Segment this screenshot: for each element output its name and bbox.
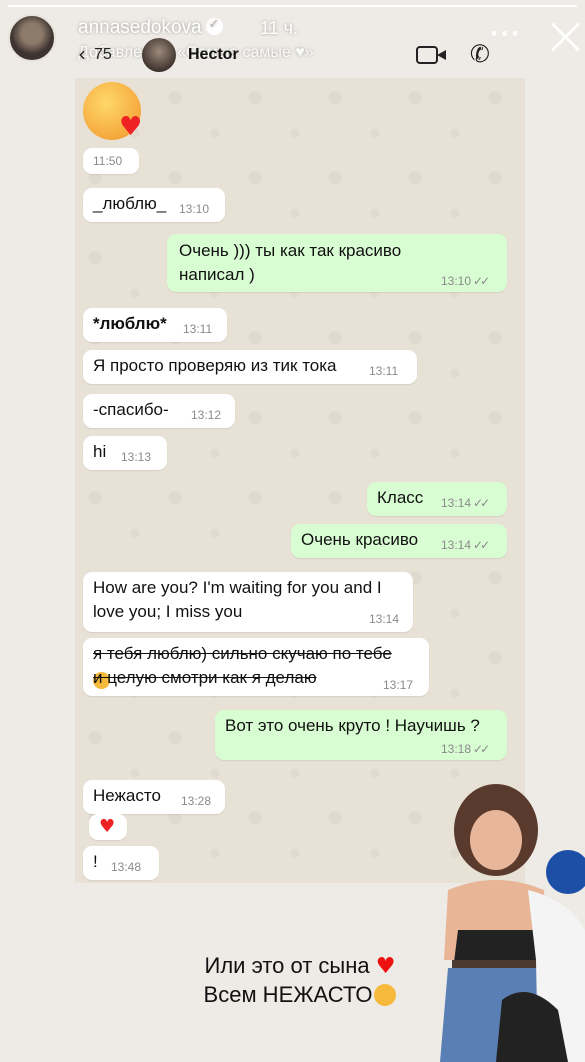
message-bubble: *люблю* 13:11	[83, 308, 227, 342]
unread-count: 75	[94, 46, 112, 63]
message-bubble: _люблю_ 13:10	[83, 188, 225, 222]
message-text: hi	[93, 442, 107, 461]
message-bubble: How are you? I'm waiting for you and I l…	[83, 572, 413, 632]
message-time: 13:10	[179, 202, 210, 216]
whatsapp-header: ‹ 75 Hector ✆	[70, 36, 530, 76]
message-time: 13:17	[383, 678, 414, 692]
message-time: 13:18 ✓✓	[441, 742, 490, 756]
message-bubble: -спасибо- 13:12	[83, 394, 235, 428]
message-text: _люблю_	[93, 194, 167, 213]
phone-call-icon: ✆	[467, 38, 493, 70]
message-bubble: Вот это очень круто ! Научишь ? 13:18 ✓✓	[215, 710, 507, 760]
message-text: Я просто проверяю из тик тока	[93, 356, 337, 375]
message-text: я тебя люблю) сильно скучаю по тебе и це…	[93, 644, 392, 687]
message-bubble: Очень ))) ты как так красиво написал ) 1…	[167, 234, 507, 292]
contact-avatar	[142, 38, 176, 72]
close-icon[interactable]	[548, 18, 584, 54]
message-time: 13:14 ✓✓	[441, 538, 490, 552]
message-time: 13:14	[369, 612, 400, 626]
message-time: 13:13	[121, 450, 152, 464]
heart-emoji-icon: ♥	[375, 954, 396, 979]
message-text: Очень красиво	[301, 530, 419, 549]
message-bubble: Я просто проверяю из тик тока 13:11	[83, 350, 417, 384]
read-ticks-icon: ✓✓	[473, 538, 490, 552]
message-text: How are you? I'm waiting for you and I l…	[93, 578, 382, 621]
message-time: 13:28	[181, 794, 212, 808]
message-bubble: hi 13:13	[83, 436, 167, 470]
message-text: !	[93, 852, 98, 871]
username-text[interactable]: annasedokova	[78, 17, 202, 38]
message-text: Вот это очень круто ! Научишь ?	[225, 716, 480, 735]
people-sticker	[440, 784, 585, 1062]
back-arrow-icon[interactable]: ‹	[78, 42, 86, 66]
message-text: -спасибо-	[93, 400, 169, 419]
message-time: 13:11	[369, 364, 399, 378]
message-bubble: я тебя люблю) сильно скучаю по тебе и це…	[83, 638, 429, 696]
message-bubble: ! 13:48	[83, 846, 159, 880]
caption-line-1: Или это от сына	[204, 953, 370, 978]
message-text: Очень ))) ты как так красиво написал )	[179, 241, 402, 284]
message-text: *люблю*	[93, 314, 167, 333]
story-caption: Или это от сына ♥ Всем НЕЖАСТО	[170, 952, 430, 1009]
message-time: 13:14 ✓✓	[441, 496, 490, 510]
message-time: 13:10 ✓✓	[441, 274, 490, 288]
contact-name: Hector	[188, 46, 239, 63]
message-time: 13:11	[183, 322, 213, 336]
video-call-icon	[416, 46, 446, 64]
read-ticks-icon: ✓✓	[473, 274, 490, 288]
laughing-emoji-icon	[374, 984, 397, 1006]
profile-avatar[interactable]	[8, 14, 56, 62]
read-ticks-icon: ✓✓	[473, 496, 490, 510]
message-bubble: Класс 13:14 ✓✓	[367, 482, 507, 516]
message-text: Класс	[377, 488, 424, 507]
message-time: 11:50	[93, 154, 123, 168]
message-bubble: Нежасто 13:28	[83, 780, 225, 814]
heart-emoji-icon: ♥	[99, 816, 116, 837]
caption-line-2: Всем НЕЖАСТО	[203, 982, 373, 1007]
read-ticks-icon: ✓✓	[473, 742, 490, 756]
message-text: Нежасто	[93, 786, 161, 805]
message-time: 13:48	[111, 860, 142, 874]
verified-badge-icon	[205, 17, 223, 35]
chat-screenshot: ♥ 11:50 _люблю_ 13:10 Очень ))) ты как т…	[75, 78, 525, 883]
kiss-emoji-icon: ♥	[83, 82, 145, 142]
message-bubble: ♥	[89, 814, 127, 840]
message-bubble: 11:50	[83, 148, 139, 174]
message-bubble: Очень красиво 13:14 ✓✓	[291, 524, 507, 558]
message-time: 13:12	[191, 408, 222, 422]
